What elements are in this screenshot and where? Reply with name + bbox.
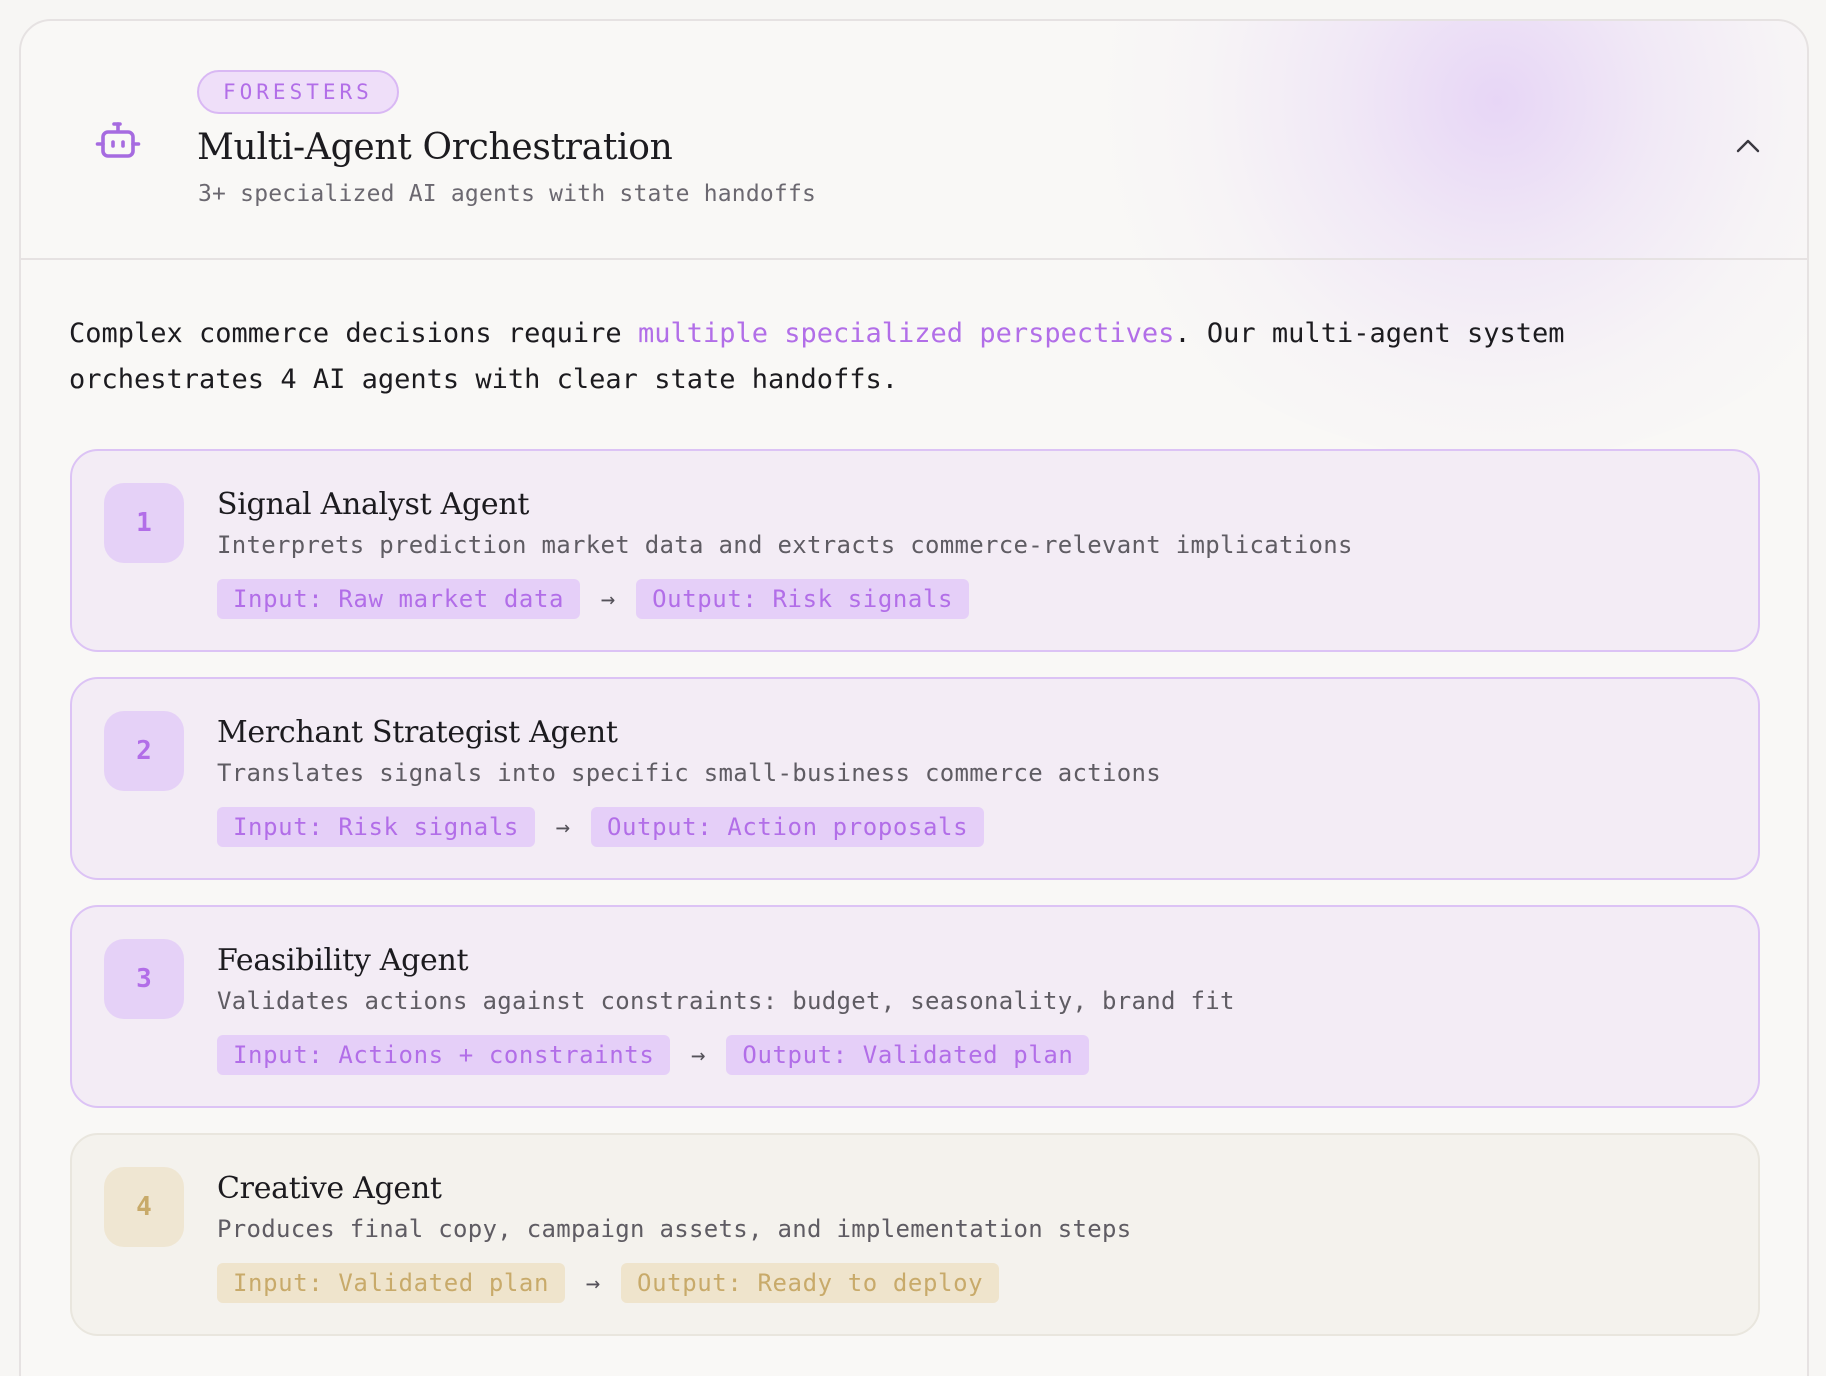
arrow-right-icon: → [691,1041,706,1069]
arrow-right-icon: → [555,813,571,841]
agent-number: 4 [104,1167,184,1247]
agent-input-tag: Input: Risk signals [217,807,535,847]
agent-output-tag: Output: Risk signals [636,579,970,619]
intro-text-start: Complex commerce decisions require [69,318,638,349]
agent-input-tag: Input: Actions + constraints [217,1035,671,1075]
agent-input-tag: Input: Raw market data [217,579,581,619]
agent-name: Creative Agent [217,1171,442,1206]
agent-output-tag: Output: Validated plan [726,1035,1090,1075]
robot-icon [95,122,141,158]
agent-description: Interprets prediction market data and ex… [217,531,1353,559]
card-subtitle: 3+ specialized AI agents with state hand… [198,181,817,207]
agent-input-tag: Input: Validated plan [217,1263,566,1303]
agent-name: Feasibility Agent [217,943,469,978]
arrow-right-icon: → [600,585,616,613]
agent-number: 2 [104,711,184,791]
card-header[interactable]: FORESTERS Multi-Agent Orchestration 3+ s… [21,21,1807,260]
arrow-right-icon: → [585,1269,601,1297]
agent-card-feasibility: 3 Feasibility Agent Validates actions ag… [70,905,1760,1108]
agent-card-signal-analyst: 1 Signal Analyst Agent Interprets predic… [70,449,1760,652]
agent-description: Translates signals into specific small-b… [217,759,1161,787]
orchestration-card: FORESTERS Multi-Agent Orchestration 3+ s… [19,19,1809,1376]
agent-description: Validates actions against constraints: b… [217,987,1235,1015]
agent-card-merchant-strategist: 2 Merchant Strategist Agent Translates s… [70,677,1760,880]
agent-number: 1 [104,483,184,563]
agent-handoff-flow: Input: Validated plan → Output: Ready to… [217,1263,1000,1303]
intro-highlight: multiple specialized perspectives [637,318,1175,349]
agent-handoff-flow: Input: Risk signals → Output: Action pro… [217,807,985,847]
agent-number: 3 [104,939,184,1019]
agent-output-tag: Output: Ready to deploy [621,1263,1000,1303]
agent-name: Merchant Strategist Agent [217,715,618,750]
chevron-up-icon[interactable] [1733,131,1763,161]
agent-name: Signal Analyst Agent [217,487,530,522]
intro-text: Complex commerce decisions require multi… [69,311,1729,403]
category-badge: FORESTERS [197,70,399,114]
agent-description: Produces final copy, campaign assets, an… [217,1215,1132,1243]
agent-card-creative: 4 Creative Agent Produces final copy, ca… [70,1133,1760,1336]
card-title: Multi-Agent Orchestration [197,127,673,168]
agent-handoff-flow: Input: Actions + constraints → Output: V… [217,1035,1090,1075]
agent-handoff-flow: Input: Raw market data → Output: Risk si… [217,579,970,619]
agent-output-tag: Output: Action proposals [590,807,985,847]
